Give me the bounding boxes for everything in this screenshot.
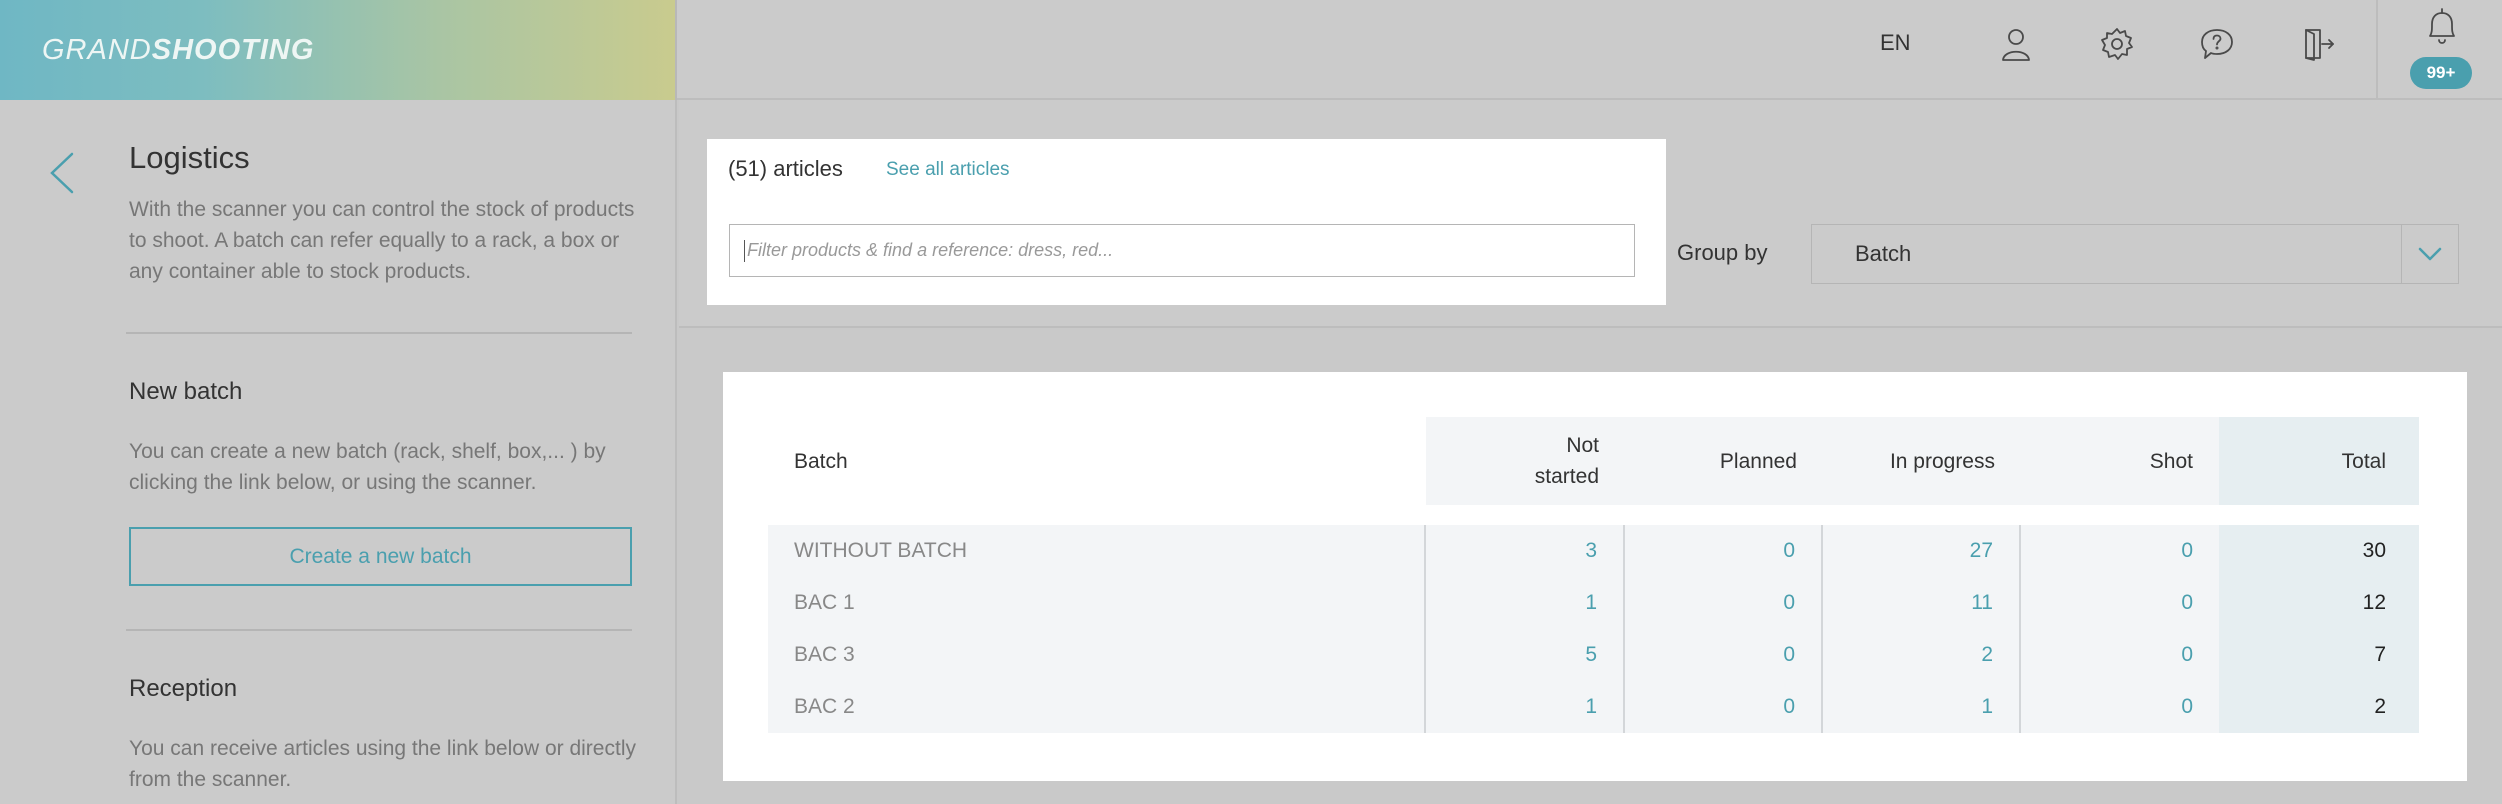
logo-text-light: GRAND (42, 33, 152, 66)
row-planned[interactable]: 0 (1625, 525, 1823, 577)
divider (126, 629, 632, 631)
not-started-header-line2: started (1534, 465, 1599, 488)
not-started-header-line1: Not (1566, 434, 1599, 457)
table-row: WITHOUT BATCH 3 0 27 0 30 (768, 525, 2419, 577)
row-in-progress[interactable]: 11 (1823, 577, 2021, 629)
sidebar: Logistics With the scanner you can contr… (0, 100, 677, 804)
row-in-progress[interactable]: 2 (1823, 629, 2021, 681)
row-total: 7 (2219, 629, 2419, 681)
row-planned[interactable]: 0 (1625, 577, 1823, 629)
text-caret (744, 239, 745, 262)
row-not-started[interactable]: 1 (1426, 577, 1625, 629)
notification-badge: 99+ (2410, 57, 2472, 89)
create-batch-button[interactable]: Create a new batch (129, 527, 632, 586)
table-row: BAC 2 1 0 1 0 2 (768, 681, 2419, 733)
article-count: (51) articles (728, 156, 843, 181)
column-header-batch[interactable]: Batch (768, 417, 1426, 505)
logo-text-bold: SHOOTING (151, 33, 315, 66)
batch-table-panel: Batch Not started Planned In progress Sho… (723, 372, 2467, 781)
row-not-started[interactable]: 5 (1426, 629, 1625, 681)
row-shot[interactable]: 0 (2021, 681, 2219, 733)
batch-table: Batch Not started Planned In progress Sho… (768, 417, 2419, 733)
row-planned[interactable]: 0 (1625, 681, 1823, 733)
row-shot[interactable]: 0 (2021, 577, 2219, 629)
chevron-down-icon[interactable] (2401, 225, 2458, 283)
logo-area: GRANDSHOOTING (0, 0, 677, 100)
row-batch-name[interactable]: WITHOUT BATCH (768, 525, 1426, 577)
group-by-select[interactable]: Batch (1811, 224, 2459, 284)
column-header-not-started[interactable]: Not started (1426, 417, 1625, 505)
top-bar: GRANDSHOOTING EN 99+ (0, 0, 2502, 100)
logout-icon[interactable] (2296, 22, 2340, 66)
group-by-label: Group by (1677, 240, 1768, 265)
divider (126, 332, 632, 334)
column-header-shot[interactable]: Shot (2021, 417, 2219, 505)
app-logo[interactable]: GRANDSHOOTING (42, 34, 314, 67)
row-shot[interactable]: 0 (2021, 629, 2219, 681)
reception-description: You can receive articles using the link … (129, 737, 636, 791)
row-in-progress[interactable]: 1 (1823, 681, 2021, 733)
table-body: WITHOUT BATCH 3 0 27 0 30 BAC 1 1 0 11 0… (768, 525, 2419, 733)
row-planned[interactable]: 0 (1625, 629, 1823, 681)
row-total: 2 (2219, 681, 2419, 733)
row-shot[interactable]: 0 (2021, 525, 2219, 577)
bell-icon[interactable] (2422, 6, 2462, 48)
table-row: BAC 1 1 0 11 0 12 (768, 577, 2419, 629)
row-not-started[interactable]: 3 (1426, 525, 1625, 577)
search-input[interactable]: Filter products & find a reference: dres… (729, 224, 1635, 277)
search-placeholder: Filter products & find a reference: dres… (747, 240, 1114, 260)
new-batch-title: New batch (129, 378, 243, 405)
notifications-area[interactable]: 99+ (2376, 0, 2502, 100)
gear-icon[interactable] (2095, 22, 2139, 66)
table-header: Batch Not started Planned In progress Sho… (768, 417, 2419, 505)
sidebar-description: With the scanner you can control the sto… (129, 198, 635, 283)
row-batch-name[interactable]: BAC 1 (768, 577, 1426, 629)
row-not-started[interactable]: 1 (1426, 681, 1625, 733)
row-batch-name[interactable]: BAC 2 (768, 681, 1426, 733)
column-header-in-progress[interactable]: In progress (1823, 417, 2021, 505)
column-header-planned[interactable]: Planned (1625, 417, 1823, 505)
language-selector[interactable]: EN (1880, 30, 1911, 56)
row-in-progress[interactable]: 27 (1823, 525, 2021, 577)
reception-title: Reception (129, 675, 238, 702)
row-batch-name[interactable]: BAC 3 (768, 629, 1426, 681)
see-all-articles-link[interactable]: See all articles (886, 159, 1010, 181)
help-icon[interactable] (2195, 22, 2239, 66)
column-header-total[interactable]: Total (2219, 417, 2419, 505)
row-total: 12 (2219, 577, 2419, 629)
group-by-value: Batch (1855, 241, 1912, 266)
row-total: 30 (2219, 525, 2419, 577)
new-batch-description: You can create a new batch (rack, shelf,… (129, 440, 606, 494)
filter-panel: (51) articles See all articles Filter pr… (707, 139, 1666, 305)
user-icon[interactable] (1994, 22, 2038, 66)
chevron-left-icon[interactable] (46, 148, 76, 198)
table-row: BAC 3 5 0 2 0 7 (768, 629, 2419, 681)
sidebar-title: Logistics (129, 140, 250, 175)
